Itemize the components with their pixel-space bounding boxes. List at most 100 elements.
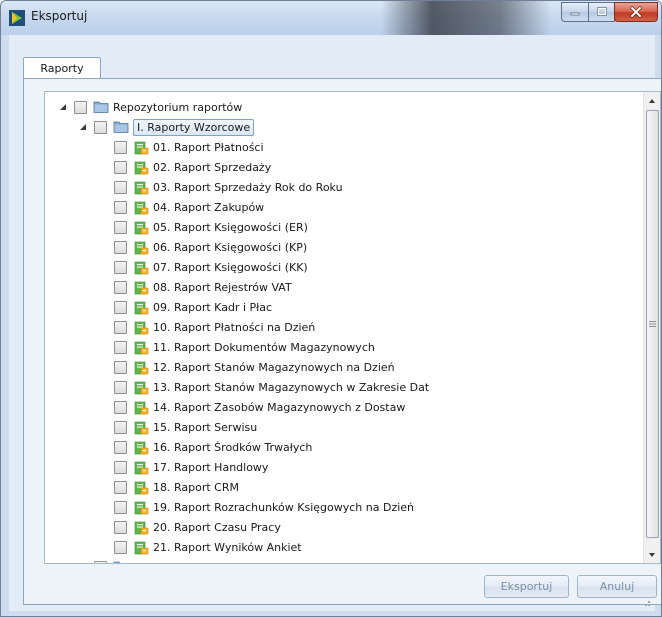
tree-expander[interactable] — [78, 562, 88, 564]
report-icon — [134, 481, 149, 495]
tree-checkbox[interactable] — [114, 440, 127, 454]
tree-node-report[interactable]: 12. Raport Stanów Magazynowych na Dzień — [114, 357, 395, 377]
tree-node-label: 12. Raport Stanów Magazynowych na Dzień — [153, 360, 395, 374]
tree-node-report[interactable]: 14. Raport Zasobów Magazynowych z Dostaw — [114, 397, 405, 417]
tree-checkbox[interactable] — [114, 420, 127, 434]
tree-expander[interactable] — [78, 122, 88, 132]
tree-node-label: I. Raporty Wzorcowe — [133, 118, 255, 136]
tree-node-label: 02. Raport Sprzedaży — [153, 160, 272, 174]
export-button[interactable]: Eksportuj — [484, 575, 569, 598]
tree-checkbox[interactable] — [94, 120, 107, 134]
tree-node-report[interactable]: 18. Raport CRM — [114, 477, 239, 497]
tree-checkbox[interactable] — [94, 560, 107, 563]
report-icon — [134, 401, 149, 415]
tree-node-report[interactable]: 03. Raport Sprzedaży Rok do Roku — [114, 177, 343, 197]
tree-node-label: 20. Raport Czasu Pracy — [153, 520, 281, 534]
tree-node-label: 05. Raport Księgowości (ER) — [153, 220, 308, 234]
resize-grip-icon[interactable] — [641, 597, 651, 607]
tree-node-label: 15. Raport Serwisu — [153, 420, 258, 434]
scroll-up-button[interactable] — [644, 92, 660, 109]
tree-checkbox[interactable] — [114, 280, 127, 294]
tree-node-label: 03. Raport Sprzedaży Rok do Roku — [153, 180, 343, 194]
maximize-button[interactable] — [588, 2, 615, 22]
tree-checkbox[interactable] — [114, 180, 127, 194]
folder-icon — [93, 101, 109, 113]
tree-node-report[interactable]: 10. Raport Płatności na Dzień — [114, 317, 315, 337]
tree-node-report[interactable]: 09. Raport Kadr i Płac — [114, 297, 272, 317]
tree-node-label: 11. Raport Dokumentów Magazynowych — [153, 340, 375, 354]
tree-checkbox[interactable] — [114, 240, 127, 254]
minimize-button[interactable] — [561, 2, 589, 22]
tree-node-report[interactable]: 15. Raport Serwisu — [114, 417, 257, 437]
tree-node-report[interactable]: 16. Raport Środków Trwałych — [114, 437, 312, 457]
app-logo-icon — [9, 10, 25, 26]
report-icon — [134, 261, 149, 275]
tree-checkbox[interactable] — [114, 400, 127, 414]
tree-checkbox[interactable] — [114, 340, 127, 354]
tree-expander[interactable] — [58, 102, 68, 112]
tree-node-report[interactable]: 13. Raport Stanów Magazynowych w Zakresi… — [114, 377, 429, 397]
report-icon — [134, 441, 149, 455]
tree-checkbox[interactable] — [114, 300, 127, 314]
tree-node-group-standardowe[interactable]: II. Raporty Standardowe — [78, 557, 266, 564]
tree-node-label: 19. Raport Rozrachunków Księgowych na Dz… — [153, 500, 415, 514]
tree-checkbox[interactable] — [114, 220, 127, 234]
tree-node-report[interactable]: 19. Raport Rozrachunków Księgowych na Dz… — [114, 497, 414, 517]
tree-node-report[interactable]: 07. Raport Księgowości (KK) — [114, 257, 308, 277]
tree-node-label: 06. Raport Księgowości (KP) — [153, 240, 308, 254]
title-bar[interactable]: Eksportuj — [1, 1, 661, 35]
vertical-scrollbar[interactable] — [643, 92, 660, 563]
tree-checkbox[interactable] — [114, 460, 127, 474]
report-icon — [134, 541, 149, 555]
tab-raporty[interactable]: Raporty — [23, 57, 101, 79]
tree-checkbox[interactable] — [74, 100, 87, 114]
tree-node-label: 18. Raport CRM — [153, 480, 239, 494]
tree-checkbox[interactable] — [114, 520, 127, 534]
report-icon — [134, 161, 149, 175]
tree-node-label: 10. Raport Płatności na Dzień — [153, 320, 316, 334]
tree-node-report[interactable]: 04. Raport Zakupów — [114, 197, 264, 217]
tree-node-report[interactable]: 08. Raport Rejestrów VAT — [114, 277, 292, 297]
tree-checkbox[interactable] — [114, 540, 127, 554]
tree-node-label: II. Raporty Standardowe — [133, 561, 266, 564]
tree-node-root[interactable]: Repozytorium raportów — [58, 97, 242, 117]
report-icon — [134, 421, 149, 435]
scroll-down-arrow-icon — [649, 552, 655, 557]
scroll-down-button[interactable] — [644, 546, 660, 563]
report-tree[interactable]: Repozytorium raportów I. Raporty Wzorcowe… — [44, 91, 661, 564]
tree-node-report[interactable]: 05. Raport Księgowości (ER) — [114, 217, 308, 237]
tree-node-report[interactable]: 17. Raport Handlowy — [114, 457, 268, 477]
scroll-grip-icon — [649, 321, 656, 327]
tree-node-label: 01. Raport Płatności — [153, 140, 264, 154]
tree-checkbox[interactable] — [114, 260, 127, 274]
tree-node-label: Repozytorium raportów — [113, 100, 243, 114]
scroll-thumb[interactable] — [646, 110, 659, 538]
folder-icon — [113, 121, 129, 133]
report-icon — [134, 321, 149, 335]
tree-node-label: 17. Raport Handlowy — [153, 460, 269, 474]
tree-checkbox[interactable] — [114, 200, 127, 214]
tree-checkbox[interactable] — [114, 480, 127, 494]
tree-node-report[interactable]: 02. Raport Sprzedaży — [114, 157, 271, 177]
report-icon — [134, 221, 149, 235]
tree-node-report[interactable]: 21. Raport Wyników Ankiet — [114, 537, 302, 557]
tree-checkbox[interactable] — [114, 360, 127, 374]
tree-node-report[interactable]: 06. Raport Księgowości (KP) — [114, 237, 307, 257]
close-icon — [630, 6, 642, 18]
expand-arrow-icon — [79, 563, 87, 564]
tree-node-label: 13. Raport Stanów Magazynowych w Zakresi… — [153, 380, 430, 394]
tree-checkbox[interactable] — [114, 500, 127, 514]
tree-checkbox[interactable] — [114, 380, 127, 394]
tree-checkbox[interactable] — [114, 160, 127, 174]
close-button[interactable] — [614, 2, 658, 22]
tree-node-label: 07. Raport Księgowości (KK) — [153, 260, 308, 274]
tree-checkbox[interactable] — [114, 140, 127, 154]
tree-node-report[interactable]: 11. Raport Dokumentów Magazynowych — [114, 337, 375, 357]
cancel-button[interactable]: Anuluj — [577, 575, 657, 598]
tree-node-report[interactable]: 20. Raport Czasu Pracy — [114, 517, 281, 537]
tree-checkbox[interactable] — [114, 320, 127, 334]
export-dialog: Eksportuj Raporty Repozytorium raportów I… — [0, 0, 662, 617]
tree-node-group-wzorcowe[interactable]: I. Raporty Wzorcowe — [78, 117, 255, 137]
title-bar-decoration — [381, 1, 551, 35]
tree-node-report[interactable]: 01. Raport Płatności — [114, 137, 264, 157]
